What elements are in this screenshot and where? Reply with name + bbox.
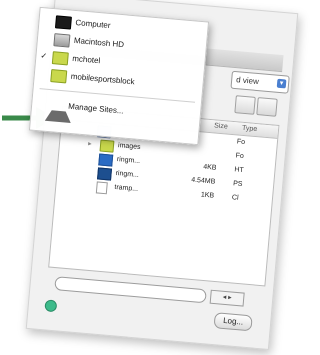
file-name: images	[117, 142, 141, 152]
file-name: ringm...	[116, 156, 141, 166]
file-size: 1KB	[200, 191, 215, 200]
menu-item-label: Computer	[75, 18, 111, 31]
scroll-arrows[interactable]: ◂ ▸	[209, 289, 245, 307]
connect-button[interactable]	[234, 95, 256, 115]
folder-icon	[50, 69, 68, 84]
view-select[interactable]: d view ▾	[230, 70, 290, 94]
file-type: Fo	[235, 152, 245, 161]
file-type: PS	[232, 180, 243, 189]
status-icon	[44, 299, 58, 313]
menu-item-label: Macintosh HD	[73, 35, 125, 50]
hard-drive-icon	[53, 33, 71, 48]
file-size: 4.54MB	[190, 176, 216, 186]
document-icon	[95, 181, 108, 195]
expand-button[interactable]	[256, 97, 278, 117]
file-type: Fo	[236, 138, 246, 147]
folder-icon	[99, 139, 115, 153]
monitor-icon	[54, 15, 72, 30]
html-file-icon	[98, 153, 114, 167]
site-popup-menu: Computer Macintosh HD ✓ mchotel mobilesp…	[28, 6, 210, 146]
log-button[interactable]: Log...	[213, 312, 253, 332]
menu-item-label: Manage Sites...	[67, 101, 124, 116]
file-size	[188, 148, 218, 151]
menu-item-label: mobilesportsblock	[70, 71, 135, 87]
select-arrows-icon: ▾	[276, 78, 287, 89]
file-type: HT	[234, 166, 244, 175]
column-type[interactable]: Type	[242, 125, 258, 133]
view-select-label: d view	[235, 75, 260, 87]
file-name: ringm...	[115, 169, 140, 179]
photoshop-file-icon	[97, 167, 113, 181]
column-size[interactable]: Size	[214, 122, 228, 130]
disclosure-triangle-icon[interactable]: ▸	[88, 139, 92, 147]
horizontal-scrollbar[interactable]	[54, 276, 207, 304]
menu-item-label: mchotel	[71, 53, 101, 66]
file-type: Cl	[231, 194, 239, 202]
checkmark-icon: ✓	[40, 51, 48, 61]
folder-icon	[51, 51, 69, 66]
file-size: 4KB	[202, 163, 217, 172]
file-name: tramp...	[114, 183, 139, 193]
